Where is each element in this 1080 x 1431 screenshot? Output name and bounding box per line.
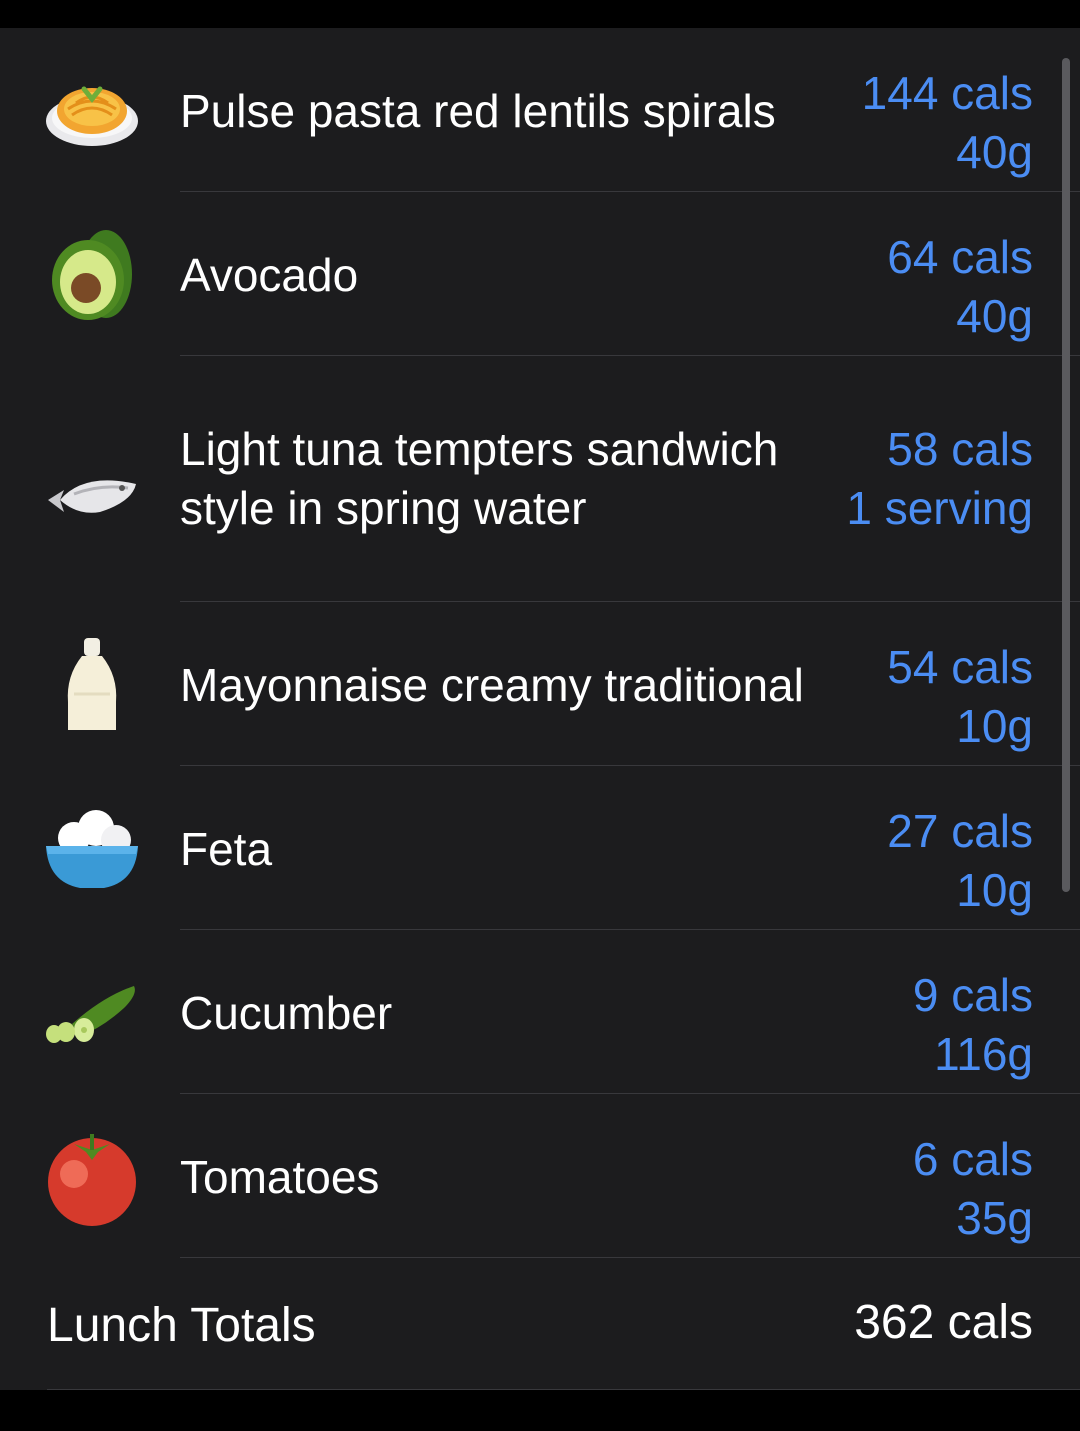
food-values: 6 cals 35g [913,1130,1033,1248]
food-name: Cucumber [180,987,393,1039]
totals-value: 362 cals [854,1296,1033,1349]
food-name: Feta [180,823,273,875]
food-name: Pulse pasta red lentils spirals [180,85,776,137]
fish-icon [44,450,140,546]
row-divider [180,1257,1080,1258]
food-calories: 64 cals [887,231,1033,283]
tomato-icon [44,1130,140,1226]
food-calories: 54 cals [887,641,1033,693]
food-amount: 40g [956,290,1033,342]
food-calories: 144 cals [861,67,1033,119]
bottom-bar [0,1390,1080,1431]
top-bar [0,0,1080,28]
food-entry-mayonnaise[interactable]: Mayonnaise creamy traditional 54 cals 10… [0,602,1080,765]
pasta-icon [44,63,140,159]
food-amount: 35g [956,1192,1033,1244]
totals-label: Lunch Totals [47,1299,316,1352]
food-entry-feta[interactable]: Feta 27 cals 10g [0,766,1080,929]
bowl-icon [44,804,140,900]
food-calories: 27 cals [887,805,1033,857]
food-name: Avocado [180,249,359,301]
food-name: Mayonnaise creamy traditional [180,659,804,711]
food-values: 54 cals 10g [887,638,1033,756]
food-values: 9 cals 116g [913,966,1033,1084]
cucumber-icon [44,964,140,1060]
food-calories: 58 cals [887,423,1033,475]
food-entry-tuna[interactable]: Light tuna tempters sandwich style in sp… [0,356,1080,601]
food-amount: 116g [934,1028,1033,1080]
food-values: 64 cals 40g [887,228,1033,346]
scrollbar[interactable] [1062,58,1070,892]
food-amount: 1 serving [846,482,1033,534]
food-amount: 10g [956,864,1033,916]
food-entry-pasta[interactable]: Pulse pasta red lentils spirals 144 cals… [0,28,1080,191]
food-entry-avocado[interactable]: Avocado 64 cals 40g [0,192,1080,355]
food-name: Tomatoes [180,1151,380,1203]
food-list-panel: Pulse pasta red lentils spirals 144 cals… [0,28,1080,1390]
food-entry-tomatoes[interactable]: Tomatoes 6 cals 35g [0,1094,1080,1257]
food-values: 58 cals 1 serving [846,420,1033,538]
avocado-icon [44,226,140,322]
food-calories: 6 cals [912,1133,1033,1185]
food-amount: 10g [956,700,1033,752]
food-values: 144 cals 40g [862,64,1033,182]
food-values: 27 cals 10g [887,802,1033,920]
food-calories: 9 cals [912,969,1033,1021]
food-name: Light tuna tempters sandwich style in sp… [180,423,779,534]
food-amount: 40g [956,126,1033,178]
bottle-icon [44,636,140,732]
food-entry-cucumber[interactable]: Cucumber 9 cals 116g [0,930,1080,1093]
